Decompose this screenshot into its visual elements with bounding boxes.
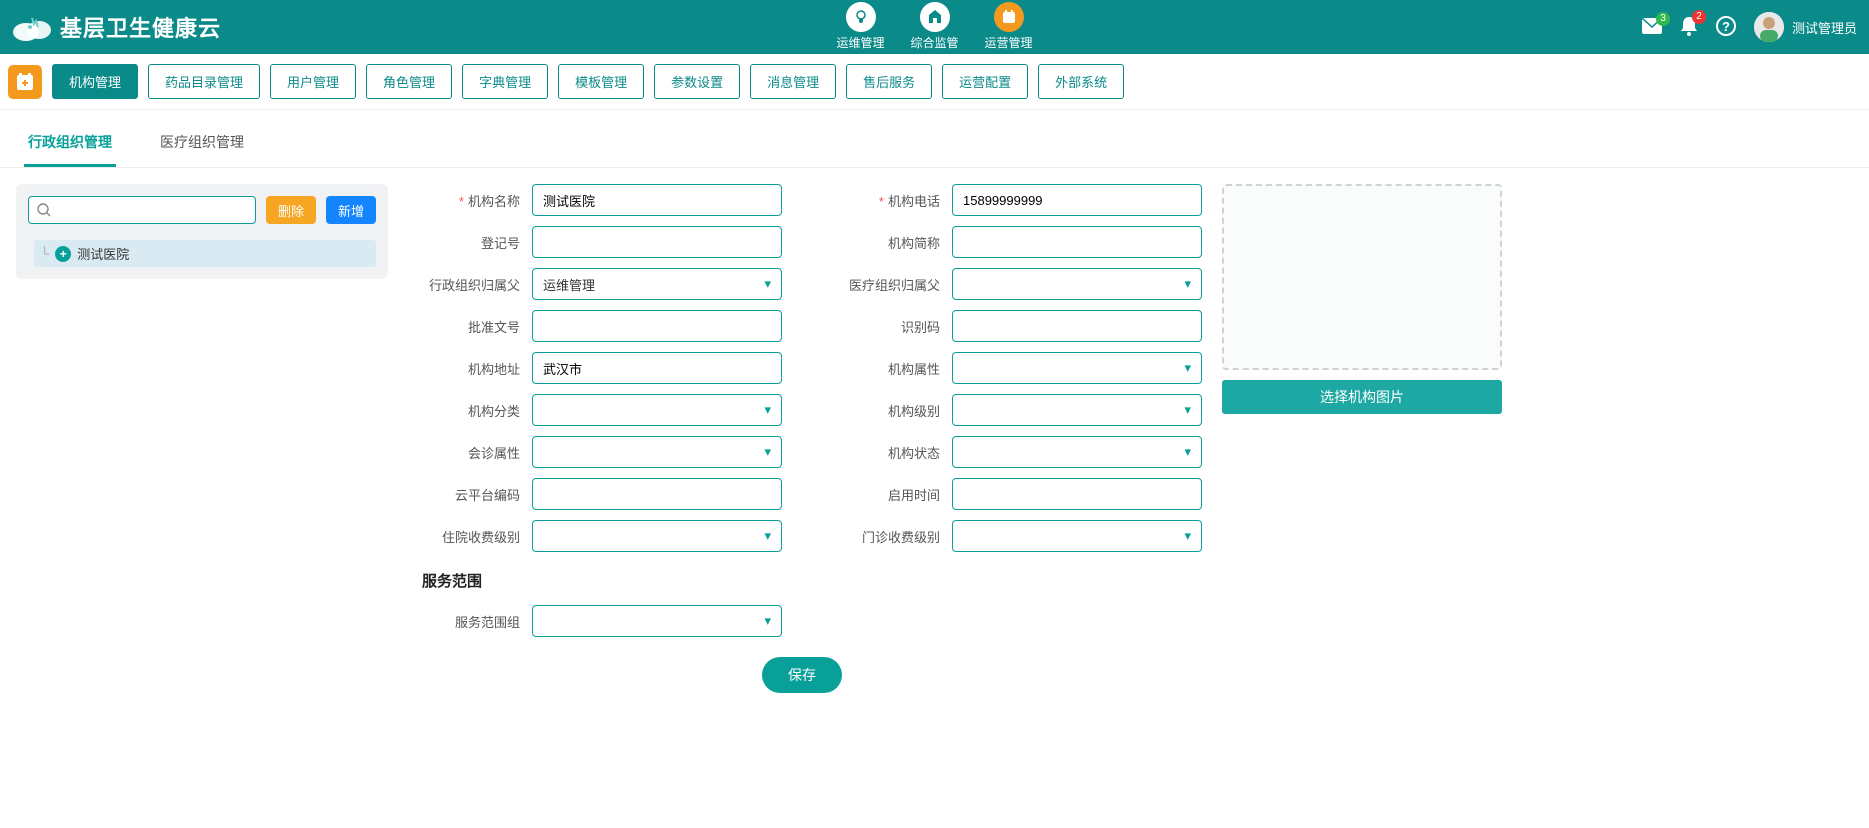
toolbar-item-dict[interactable]: 字典管理 [462, 64, 548, 99]
search-icon [37, 203, 51, 217]
toolbar-item-user[interactable]: 用户管理 [270, 64, 356, 99]
toolbar-item-drug[interactable]: 药品目录管理 [148, 64, 260, 99]
section-title-service: 服务范围 [402, 562, 1202, 595]
org-status-select[interactable]: ▾ [952, 436, 1202, 468]
chevron-down-icon: ▾ [1184, 528, 1191, 544]
outpatient-level-select[interactable]: ▾ [952, 520, 1202, 552]
header-right: 3 2 ? 测试管理员 [1642, 12, 1857, 42]
tree-node-label: 测试医院 [77, 244, 129, 263]
consult-attr-select[interactable]: ▾ [532, 436, 782, 468]
chevron-down-icon: ▾ [1184, 276, 1191, 292]
org-addr-input[interactable] [532, 352, 782, 384]
app-title: 基层卫生健康云 [60, 11, 221, 43]
approve-no-input[interactable] [532, 310, 782, 342]
user-area[interactable]: 测试管理员 [1754, 12, 1857, 42]
header-nav-supervise[interactable]: 综合监管 [910, 2, 958, 51]
tree-expand-icon[interactable]: + [55, 246, 71, 262]
toolbar-item-param[interactable]: 参数设置 [654, 64, 740, 99]
chevron-down-icon: ▾ [1184, 360, 1191, 376]
org-phone-input[interactable] [952, 184, 1202, 216]
org-tree: └ + 测试医院 [28, 240, 376, 267]
chevron-down-icon: ▾ [764, 402, 771, 418]
tree-search[interactable] [28, 196, 256, 224]
ident-code-input[interactable] [952, 310, 1202, 342]
header-nav-ops[interactable]: 运维管理 [836, 2, 884, 51]
cloud-code-input[interactable] [532, 478, 782, 510]
form-grid: *机构名称 *机构电话 登记号 机构简称 行政组织归属父 运维管理 ▾ [402, 184, 1202, 693]
user-name: 测试管理员 [1792, 18, 1857, 37]
toolbar-item-after[interactable]: 售后服务 [846, 64, 932, 99]
avatar [1754, 12, 1784, 42]
admin-parent-select[interactable]: 运维管理 ▾ [532, 268, 782, 300]
med-parent-select[interactable]: ▾ [952, 268, 1202, 300]
header-nav-operate[interactable]: 运营管理 [985, 2, 1033, 51]
save-button[interactable]: 保存 [762, 657, 842, 693]
toolbar-item-operate[interactable]: 运营配置 [942, 64, 1028, 99]
org-attr-select[interactable]: ▾ [952, 352, 1202, 384]
tree-branch-icon: └ [40, 246, 49, 261]
org-name-input[interactable] [532, 184, 782, 216]
form-area: *机构名称 *机构电话 登记号 机构简称 行政组织归属父 运维管理 ▾ [402, 184, 1853, 693]
sub-tabs: 行政组织管理 医疗组织管理 [0, 110, 1869, 168]
tree-node-root[interactable]: └ + 测试医院 [34, 240, 376, 267]
left-panel: 删除 新增 └ + 测试医院 [16, 184, 388, 279]
app-header: 基层卫生健康云 运维管理 综合监管 运营管理 3 2 [0, 0, 1869, 54]
chevron-down-icon: ▾ [764, 444, 771, 460]
toolbar-item-external[interactable]: 外部系统 [1038, 64, 1124, 99]
tab-med-org[interactable]: 医疗组织管理 [156, 124, 248, 167]
reg-no-input[interactable] [532, 226, 782, 258]
bell-icon[interactable]: 2 [1680, 16, 1698, 39]
add-button[interactable]: 新增 [326, 196, 376, 224]
chevron-down-icon: ▾ [1184, 444, 1191, 460]
bell-badge: 2 [1692, 10, 1706, 24]
toolbar-item-template[interactable]: 模板管理 [558, 64, 644, 99]
toolbar-item-message[interactable]: 消息管理 [750, 64, 836, 99]
upload-dropzone[interactable] [1222, 184, 1502, 370]
enable-time-input[interactable] [952, 478, 1202, 510]
logo-block: 基层卫生健康云 [12, 10, 221, 44]
tab-admin-org[interactable]: 行政组织管理 [24, 124, 116, 167]
chevron-down-icon: ▾ [764, 528, 771, 544]
org-short-input[interactable] [952, 226, 1202, 258]
chevron-down-icon: ▾ [764, 613, 771, 629]
toolbar-item-role[interactable]: 角色管理 [366, 64, 452, 99]
chevron-down-icon: ▾ [1184, 402, 1191, 418]
header-nav: 运维管理 综合监管 运营管理 [836, 0, 1032, 51]
org-cat-select[interactable]: ▾ [532, 394, 782, 426]
tree-search-input[interactable] [51, 203, 247, 218]
logo-icon [12, 10, 52, 44]
mail-icon[interactable]: 3 [1642, 18, 1662, 37]
toolbar-item-org[interactable]: 机构管理 [52, 64, 138, 99]
module-toolbar: 机构管理 药品目录管理 用户管理 角色管理 字典管理 模板管理 参数设置 消息管… [0, 54, 1869, 110]
org-level-select[interactable]: ▾ [952, 394, 1202, 426]
help-icon[interactable]: ? [1716, 16, 1736, 39]
choose-image-button[interactable]: 选择机构图片 [1222, 380, 1502, 414]
upload-area: 选择机构图片 [1222, 184, 1502, 693]
content: 删除 新增 └ + 测试医院 *机构名称 *机构电话 登记号 [0, 168, 1869, 709]
svg-text:?: ? [1722, 19, 1730, 34]
service-scope-group-select[interactable]: ▾ [532, 605, 782, 637]
module-icon [8, 65, 42, 99]
inpatient-level-select[interactable]: ▾ [532, 520, 782, 552]
delete-button[interactable]: 删除 [266, 196, 316, 224]
mail-badge: 3 [1656, 12, 1670, 26]
